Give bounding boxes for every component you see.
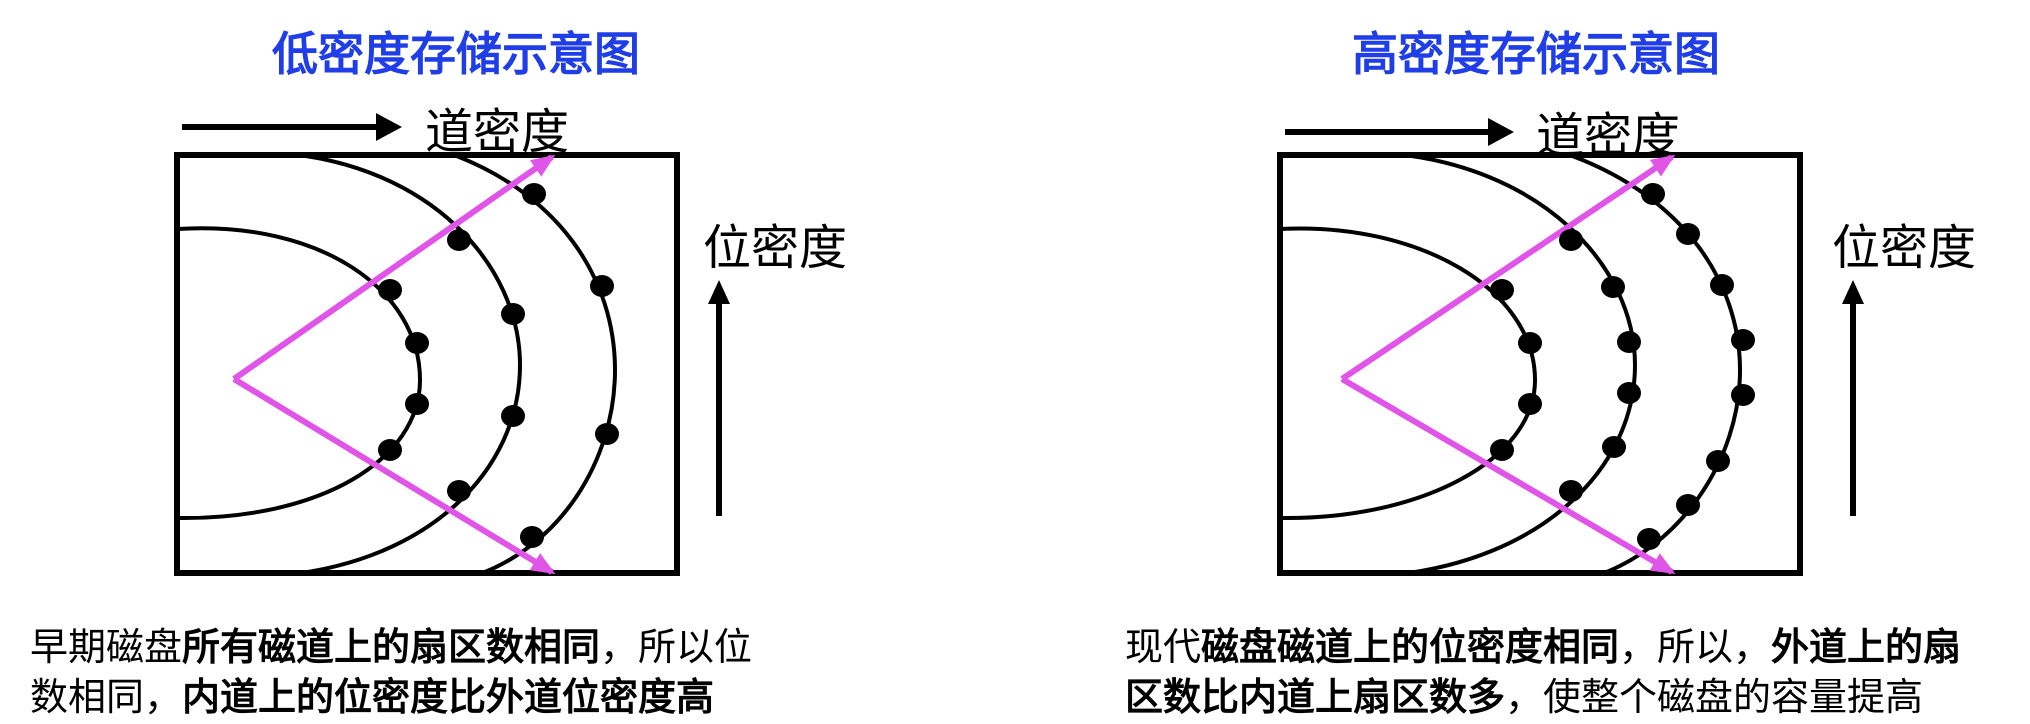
bit-dot: [1637, 528, 1661, 550]
bit-dot: [1518, 332, 1542, 354]
left-caption-bold: 所有磁道上的扇区数相同: [182, 625, 601, 669]
bit-dot: [501, 405, 525, 427]
bit-dot: [520, 526, 544, 548]
bit-dot: [1710, 274, 1734, 296]
right-caption-text: 现代: [1125, 625, 1202, 669]
left-sector-arrows: [232, 154, 556, 575]
right-tracks: [1280, 155, 1743, 573]
bit-dot: [1602, 436, 1626, 458]
left-caption-line-1: 早期磁盘所有磁道上的扇区数相同，所以位: [30, 622, 752, 672]
bit-dot: [1617, 331, 1641, 353]
bit-dot: [405, 332, 429, 354]
bit-dot: [447, 480, 471, 502]
bit-dot: [1706, 450, 1730, 472]
right-caption-bold: 磁盘磁道上的位密度相同: [1201, 625, 1620, 669]
left-tracks: [177, 155, 618, 573]
right-bit-arrow: [1842, 280, 1864, 516]
bit-dot: [590, 275, 614, 297]
left-track-middle: [279, 155, 523, 573]
right-caption-line-1: 现代磁盘磁道上的位密度相同，所以，外道上的扇: [1125, 622, 1961, 672]
bit-dot: [1731, 384, 1755, 406]
bit-dot: [522, 183, 546, 205]
right-caption-line-2: 区数比内道上扇区数多，使整个磁盘的容量提高: [1125, 672, 1961, 722]
bit-dot: [501, 303, 525, 325]
right-disk-frame: [1277, 152, 1803, 576]
bit-dot: [447, 229, 471, 251]
left-caption-line-2: 数相同，内道上的位密度比外道位密度高: [30, 672, 752, 722]
right-caption-bold: 区数比内道上扇区数多: [1125, 675, 1506, 719]
right-caption-bold: 外道上的扇: [1771, 625, 1962, 669]
bit-dot: [1490, 279, 1514, 301]
bit-dot: [1617, 382, 1641, 404]
left-caption: 早期磁盘所有磁道上的扇区数相同，所以位 数相同，内道上的位密度比外道位密度高: [30, 622, 752, 722]
left-track-arrow: [182, 113, 402, 141]
bit-dot: [1676, 494, 1700, 516]
bit-dot: [378, 279, 402, 301]
bit-dot: [378, 439, 402, 461]
bit-dot: [1518, 393, 1542, 415]
right-sector-arrows: [1340, 154, 1676, 575]
bit-dot: [1490, 439, 1514, 461]
left-bit-arrow: [708, 280, 730, 516]
bit-dot: [1601, 276, 1625, 298]
right-track-middle: [1384, 155, 1638, 573]
left-caption-text: 早期磁盘: [30, 625, 183, 669]
left-caption-bold: 内道上的位密度比外道位密度高: [182, 675, 715, 719]
right-caption: 现代磁盘磁道上的位密度相同，所以，外道上的扇 区数比内道上扇区数多，使整个磁盘的…: [1125, 622, 1961, 722]
bit-dot: [595, 423, 619, 445]
bit-dot: [405, 393, 429, 415]
bit-dot: [1731, 329, 1755, 351]
right-bits: [1490, 183, 1755, 550]
right-diagram: [1277, 118, 1864, 576]
disk-density-diagrams: [174, 113, 1864, 576]
left-caption-text: 数相同，: [30, 675, 183, 719]
right-caption-text: ，使整个磁盘的容量提高: [1505, 675, 1924, 719]
left-bits: [378, 183, 619, 548]
left-diagram: [174, 113, 730, 576]
bit-dot: [1559, 229, 1583, 251]
bit-dot: [1641, 183, 1665, 205]
right-caption-text: ，所以，: [1619, 625, 1772, 669]
left-caption-text: ，所以位: [600, 625, 753, 669]
bit-dot: [1676, 223, 1700, 245]
right-track-arrow: [1285, 118, 1514, 146]
bit-dot: [1559, 480, 1583, 502]
